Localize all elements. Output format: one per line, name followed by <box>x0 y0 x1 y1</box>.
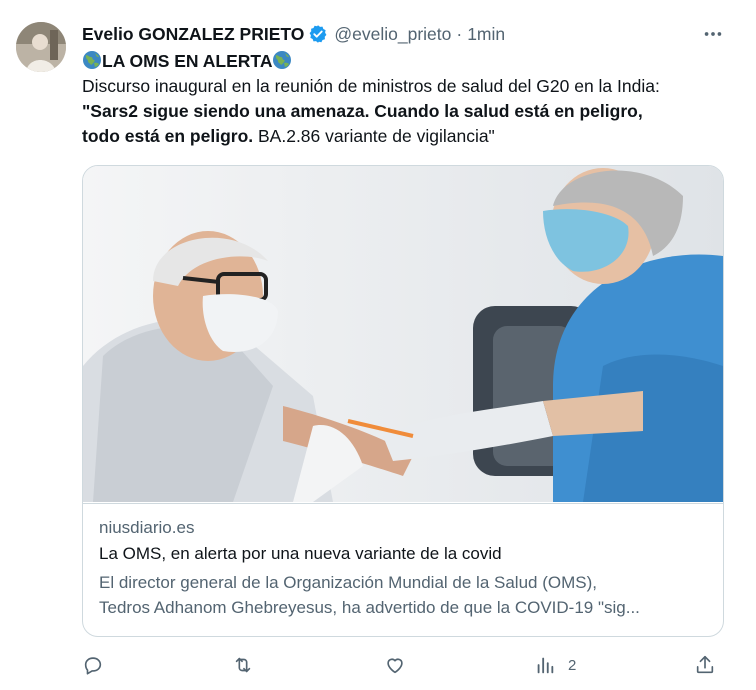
share-icon <box>696 655 714 674</box>
views-count: 2 <box>568 656 577 674</box>
share-button[interactable] <box>694 652 716 678</box>
tweet-heading-line: LA OMS EN ALERTA <box>82 49 732 74</box>
link-card[interactable]: niusdiario.es La OMS, en alerta por una … <box>82 165 724 637</box>
more-icon[interactable] <box>700 22 726 46</box>
author-handle[interactable]: @evelio_prieto <box>334 24 451 45</box>
tweet: Evelio GONZALEZ PRIETO @evelio_prieto · … <box>0 0 756 690</box>
globe-emoji-icon <box>82 50 102 70</box>
repost-icon <box>235 657 251 673</box>
card-title: La OMS, en alerta por una nueva variante… <box>99 544 502 563</box>
views-icon <box>537 657 554 674</box>
views-button[interactable]: 2 <box>534 652 576 678</box>
card-domain: niusdiario.es <box>99 518 195 537</box>
tweet-heading: LA OMS EN ALERTA <box>102 51 273 71</box>
tweet-text: LA OMS EN ALERTA Discurso inaugural en l… <box>82 49 732 149</box>
reply-button[interactable] <box>82 652 104 678</box>
globe-emoji-icon <box>272 50 292 70</box>
like-icon <box>387 658 403 674</box>
card-description: El director general de la Organización M… <box>99 570 707 620</box>
tweet-header: Evelio GONZALEZ PRIETO @evelio_prieto · … <box>82 22 505 46</box>
card-body[interactable]: niusdiario.es La OMS, en alerta por una … <box>83 503 723 636</box>
author-name[interactable]: Evelio GONZALEZ PRIETO <box>82 24 304 45</box>
separator: · <box>456 23 463 44</box>
timestamp[interactable]: 1min <box>467 24 505 45</box>
tweet-quote-line: "Sars2 sigue siendo una amenaza. Cuando … <box>82 101 643 121</box>
tweet-last-line: todo está en peligro. BA.2.86 variante d… <box>82 124 732 149</box>
action-bar: 2 <box>80 652 720 678</box>
tweet-tail: BA.2.86 variante de vigilancia" <box>253 126 495 146</box>
tweet-line: Discurso inaugural en la reunión de mini… <box>82 76 660 96</box>
like-button[interactable] <box>384 652 406 678</box>
verified-badge-icon <box>308 24 328 44</box>
card-description-line: El director general de la Organización M… <box>99 573 597 592</box>
card-description-line: Tedros Adhanom Ghebreyesus, ha advertido… <box>99 598 640 617</box>
tweet-quote-end: todo está en peligro. <box>82 126 254 146</box>
reply-icon <box>84 657 102 675</box>
avatar[interactable] <box>16 22 66 72</box>
card-image[interactable] <box>83 166 723 502</box>
repost-button[interactable] <box>232 652 254 678</box>
